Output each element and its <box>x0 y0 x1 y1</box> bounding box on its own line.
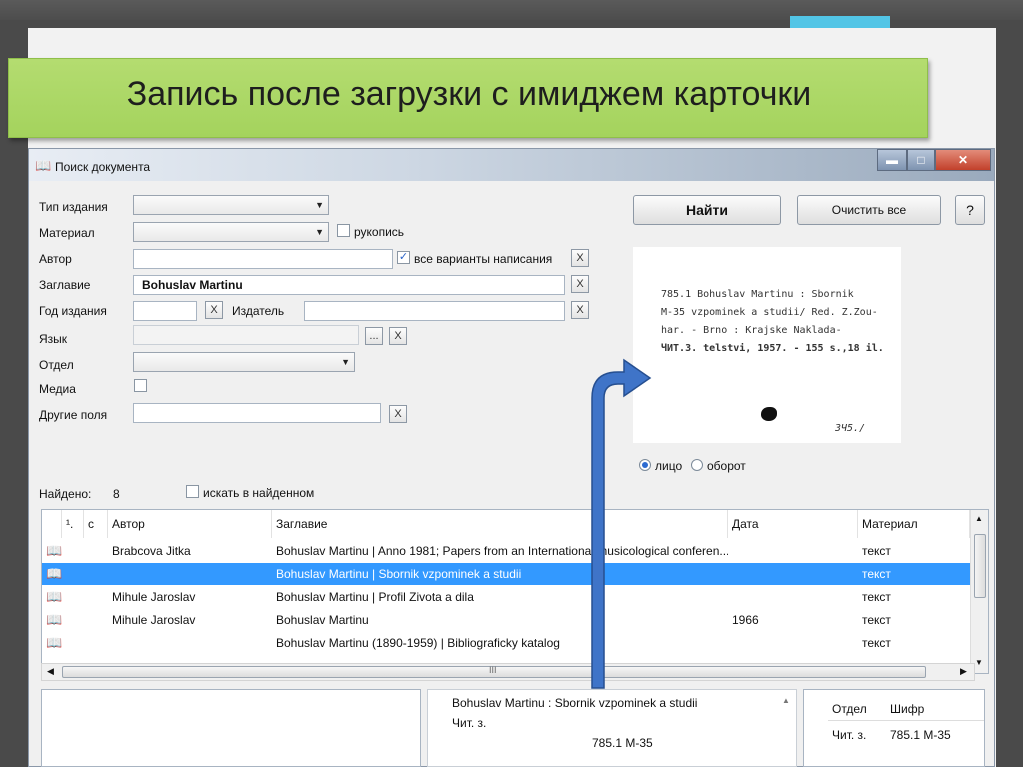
arrow-path <box>591 358 652 689</box>
annotation-arrow <box>591 358 652 689</box>
